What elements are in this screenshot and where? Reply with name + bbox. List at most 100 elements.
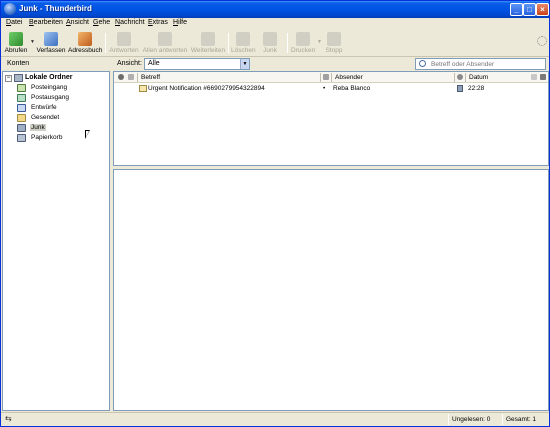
reply-all-button[interactable]: Allen antworten bbox=[142, 30, 188, 56]
junk-status-column-icon[interactable] bbox=[457, 74, 463, 80]
menu-ansicht[interactable]: Ansicht bbox=[66, 19, 89, 26]
message-subject: Urgent Notification #6690279954322894 bbox=[148, 85, 265, 92]
window-title: Junk - Thunderbird bbox=[19, 4, 92, 13]
stop-button[interactable]: Stopp bbox=[323, 30, 345, 56]
sent-icon bbox=[17, 114, 26, 122]
subject-column-header[interactable]: Betreff bbox=[141, 74, 160, 81]
column-divider[interactable] bbox=[331, 73, 332, 82]
attachment-column-icon[interactable] bbox=[128, 74, 134, 80]
get-mail-label: Abrufen bbox=[4, 47, 28, 54]
delete-button[interactable]: Löschen bbox=[231, 30, 256, 56]
activity-throbber-icon bbox=[537, 36, 547, 46]
address-book-icon bbox=[78, 32, 92, 46]
sort-indicator-icon bbox=[531, 74, 537, 80]
stop-icon bbox=[327, 32, 341, 46]
search-box[interactable] bbox=[415, 58, 546, 70]
minimize-button[interactable]: _ bbox=[510, 3, 523, 16]
thunderbird-window: Junk - Thunderbird _ □ × Datei Bearbeite… bbox=[0, 0, 550, 427]
local-folders-icon bbox=[14, 74, 23, 82]
status-divider bbox=[502, 414, 503, 425]
reply-label: Antworten bbox=[109, 47, 139, 54]
get-mail-button[interactable]: Abrufen bbox=[4, 30, 28, 56]
forward-button[interactable]: Weiterleiten bbox=[190, 30, 226, 56]
print-icon bbox=[296, 32, 310, 46]
folder-label: Papierkorb bbox=[31, 134, 63, 141]
folder-label: Entwürfe bbox=[31, 104, 57, 111]
sender-column-header[interactable]: Absender bbox=[335, 74, 363, 81]
search-input[interactable] bbox=[431, 59, 543, 69]
envelope-icon bbox=[139, 85, 147, 92]
message-preview-pane bbox=[113, 169, 549, 411]
print-label: Drucken bbox=[291, 47, 316, 54]
menu-nachricht[interactable]: Nachricht bbox=[115, 19, 145, 26]
menu-gehe[interactable]: Gehe bbox=[93, 19, 110, 26]
view-select-value: Alle bbox=[148, 60, 160, 67]
view-label: Ansicht: bbox=[117, 60, 142, 67]
column-divider[interactable] bbox=[465, 73, 466, 82]
title-bar[interactable]: Junk - Thunderbird _ □ × bbox=[1, 1, 549, 18]
column-header: Betreff Absender Datum bbox=[114, 72, 548, 83]
folder-label: Postausgang bbox=[31, 94, 69, 101]
toolbar-separator bbox=[105, 33, 106, 53]
junk-icon bbox=[263, 32, 277, 46]
outbox-icon bbox=[17, 94, 26, 102]
toolbar-separator bbox=[228, 33, 229, 53]
column-divider[interactable] bbox=[454, 73, 455, 82]
thunderbird-app-icon bbox=[4, 3, 16, 15]
forward-icon bbox=[201, 32, 215, 46]
address-book-button[interactable]: Adressbuch bbox=[68, 30, 102, 56]
filter-bar: Konten Ansicht: Alle ▼ bbox=[1, 57, 549, 71]
menu-bar: Datei Bearbeiten Ansicht Gehe Nachricht … bbox=[1, 18, 549, 30]
stop-label: Stopp bbox=[325, 47, 343, 54]
compose-label: Verfassen bbox=[36, 47, 66, 54]
menu-extras[interactable]: Extras bbox=[148, 19, 168, 26]
folder-label: Junk bbox=[30, 124, 46, 131]
menu-datei[interactable]: Datei bbox=[6, 19, 22, 26]
junk-status-icon[interactable] bbox=[457, 85, 463, 92]
read-column-icon[interactable] bbox=[323, 74, 329, 80]
online-status-icon[interactable]: ⇆ bbox=[5, 415, 13, 423]
column-picker-icon[interactable] bbox=[540, 74, 546, 80]
column-divider[interactable] bbox=[320, 73, 321, 82]
table-row[interactable]: Urgent Notification #6690279954322894 • … bbox=[114, 84, 548, 94]
main-toolbar: Abrufen ▼ Verfassen Adressbuch Antworten… bbox=[1, 30, 549, 57]
junk-label: Junk bbox=[263, 47, 277, 54]
thread-column-icon[interactable] bbox=[118, 74, 124, 80]
search-icon[interactable] bbox=[419, 60, 426, 67]
print-dropdown-icon[interactable]: ▼ bbox=[317, 39, 322, 45]
forward-label: Weiterleiten bbox=[190, 47, 226, 54]
column-divider[interactable] bbox=[137, 73, 138, 82]
menu-bearbeiten[interactable]: Bearbeiten bbox=[29, 19, 63, 26]
folder-root-label: Lokale Ordner bbox=[25, 74, 73, 81]
compose-icon bbox=[44, 32, 58, 46]
collapse-toggle-icon[interactable]: − bbox=[5, 75, 12, 82]
get-mail-icon bbox=[9, 32, 23, 46]
folder-label: Gesendet bbox=[31, 114, 60, 121]
accounts-label: Konten bbox=[7, 60, 30, 67]
reply-all-label: Allen antworten bbox=[142, 47, 188, 54]
chevron-down-icon[interactable]: ▼ bbox=[240, 59, 249, 69]
junk-folder-icon bbox=[17, 124, 26, 132]
inbox-icon bbox=[17, 84, 26, 92]
reply-button[interactable]: Antworten bbox=[108, 30, 140, 56]
date-column-header[interactable]: Datum bbox=[469, 74, 488, 81]
junk-button[interactable]: Junk bbox=[259, 30, 281, 56]
compose-button[interactable]: Verfassen bbox=[36, 30, 66, 56]
delete-label: Löschen bbox=[231, 47, 256, 54]
reply-all-icon bbox=[158, 32, 172, 46]
unread-count: Ungelesen: 0 bbox=[452, 416, 491, 423]
read-status-icon[interactable]: • bbox=[323, 85, 325, 92]
message-sender: Reba Blanco bbox=[333, 85, 371, 92]
print-button[interactable]: Drucken bbox=[291, 30, 315, 56]
get-mail-dropdown-icon[interactable]: ▼ bbox=[30, 39, 35, 45]
maximize-button[interactable]: □ bbox=[523, 3, 536, 16]
close-button[interactable]: × bbox=[536, 3, 549, 16]
menu-hilfe[interactable]: Hilfe bbox=[173, 19, 187, 26]
delete-icon bbox=[236, 32, 250, 46]
reply-icon bbox=[117, 32, 131, 46]
view-select[interactable]: Alle ▼ bbox=[144, 58, 250, 70]
total-count: Gesamt: 1 bbox=[506, 416, 536, 423]
message-date: 22:28 bbox=[468, 85, 485, 92]
trash-icon bbox=[17, 134, 26, 142]
drafts-icon bbox=[17, 104, 26, 112]
